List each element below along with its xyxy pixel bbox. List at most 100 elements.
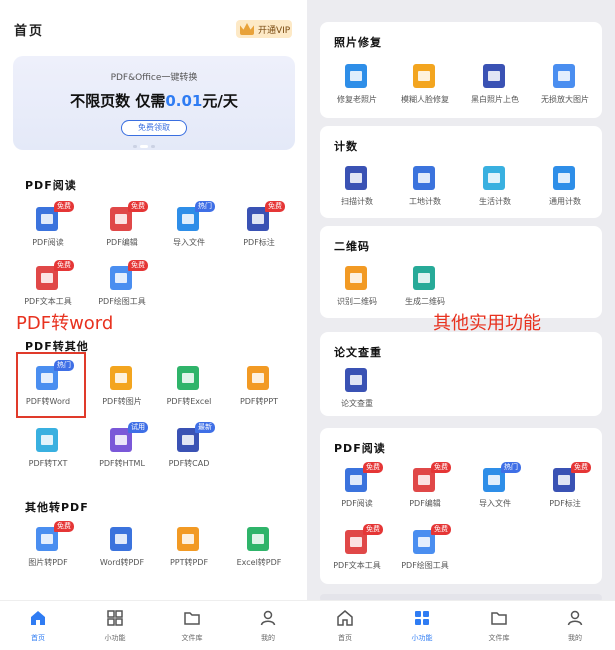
tile-pdf-draw-tool[interactable]: 免费 PDF绘图工具 bbox=[85, 260, 159, 314]
tile-pdf-to-ppt[interactable]: PDF转PPT bbox=[222, 366, 296, 414]
badge: 免费 bbox=[571, 462, 591, 473]
tile-excel-to-pdf[interactable]: Excel转PDF bbox=[222, 527, 296, 575]
tile-pdf-to-word[interactable]: 热门 PDF转Word bbox=[11, 360, 85, 414]
tile-label: PDF转TXT bbox=[28, 459, 68, 468]
tab-tools[interactable]: 小功能 bbox=[392, 607, 452, 647]
home-screen: 首页 开通VIP PDF&Office一键转换 不限页数 仅需0.01元/天 免… bbox=[0, 0, 308, 650]
headline-text: 不限页数 仅需 bbox=[70, 92, 166, 110]
tile-pdf-read[interactable]: 免费 PDF阅读 bbox=[320, 462, 394, 516]
tile-paper-check[interactable]: 论文查重 bbox=[320, 368, 394, 416]
tile-pdf-to-txt[interactable]: PDF转TXT bbox=[11, 428, 85, 476]
tile-scan-count[interactable]: 扫描计数 bbox=[320, 166, 394, 214]
grid-icon bbox=[107, 610, 123, 626]
card-title: PDF阅读 bbox=[334, 442, 386, 455]
tile-label: 无损放大图片 bbox=[541, 95, 589, 104]
tile-pdf-edit[interactable]: 免费 PDF编辑 bbox=[388, 462, 462, 516]
tile-label: PDF标注 bbox=[549, 499, 581, 508]
tab-files[interactable]: 文件库 bbox=[162, 607, 222, 647]
badge: 免费 bbox=[54, 521, 74, 532]
tile-import-file[interactable]: 热门 导入文件 bbox=[458, 462, 532, 516]
tab-label: 我的 bbox=[261, 634, 275, 642]
tile-repair-old-photo[interactable]: 修复老照片 bbox=[320, 64, 394, 112]
vip-button[interactable]: 开通VIP bbox=[236, 20, 292, 38]
tile-label: 识别二维码 bbox=[337, 297, 377, 306]
tile-image-to-pdf[interactable]: 免费 图片转PDF bbox=[11, 521, 85, 575]
tab-label: 我的 bbox=[568, 634, 582, 642]
tile-lossless-upscale[interactable]: 无损放大图片 bbox=[528, 64, 602, 112]
free-claim-button[interactable]: 免费领取 bbox=[121, 120, 187, 136]
tile-label: PDF绘图工具 bbox=[98, 297, 146, 306]
tile-label: 生活计数 bbox=[479, 197, 511, 206]
banner-pager bbox=[133, 145, 155, 148]
tile-pdf-to-html[interactable]: 试用 PDF转HTML bbox=[85, 422, 159, 476]
tile-blur-face-repair[interactable]: 模糊人脸修复 bbox=[388, 64, 462, 112]
word-icon bbox=[110, 527, 132, 551]
badge: 免费 bbox=[363, 524, 383, 535]
tab-profile[interactable]: 我的 bbox=[545, 607, 605, 647]
tile-label: 论文查重 bbox=[341, 399, 373, 408]
tab-files[interactable]: 文件库 bbox=[469, 607, 529, 647]
tile-pdf-annotate[interactable]: 免费 PDF标注 bbox=[222, 201, 296, 255]
card-title: 论文查重 bbox=[334, 346, 382, 359]
tile-ppt-to-pdf[interactable]: PPT转PDF bbox=[152, 527, 226, 575]
tile-scan-qrcode[interactable]: 识别二维码 bbox=[320, 266, 394, 314]
tile-pdf-draw-tool[interactable]: 免费 PDF绘图工具 bbox=[388, 524, 462, 578]
tab-label: 首页 bbox=[338, 634, 352, 642]
tile-label: 工地计数 bbox=[409, 197, 441, 206]
tile-generate-qrcode[interactable]: 生成二维码 bbox=[388, 266, 462, 314]
tile-pdf-text-tool[interactable]: 免费 PDF文本工具 bbox=[11, 260, 85, 314]
tile-life-count[interactable]: 生活计数 bbox=[458, 166, 532, 214]
bar-chart-icon bbox=[553, 166, 575, 190]
tab-tools[interactable]: 小功能 bbox=[85, 607, 145, 647]
badge: 热门 bbox=[54, 360, 74, 371]
tile-pdf-to-cad[interactable]: 最新 PDF转CAD bbox=[152, 422, 226, 476]
tile-label: PDF转PPT bbox=[239, 397, 279, 406]
tab-home[interactable]: 首页 bbox=[8, 607, 68, 647]
tile-pdf-to-excel[interactable]: PDF转Excel bbox=[152, 366, 226, 414]
promo-banner[interactable]: PDF&Office一键转换 不限页数 仅需0.01元/天 免费领取 bbox=[13, 56, 295, 150]
tab-home[interactable]: 首页 bbox=[315, 607, 375, 647]
tile-pdf-text-tool[interactable]: 免费 PDF文本工具 bbox=[320, 524, 394, 578]
tab-label: 首页 bbox=[31, 634, 45, 642]
badge: 热门 bbox=[501, 462, 521, 473]
qrcode-icon bbox=[413, 266, 435, 290]
tile-word-to-pdf[interactable]: Word转PDF bbox=[85, 527, 159, 575]
tile-label: 修复老照片 bbox=[337, 95, 377, 104]
tile-label: PDF转Excel bbox=[166, 397, 212, 406]
home-icon bbox=[31, 611, 45, 625]
tile-label: PDF转Word bbox=[25, 397, 71, 406]
excel-icon bbox=[177, 366, 199, 390]
tile-import-file[interactable]: 热门 导入文件 bbox=[152, 201, 226, 255]
headline-unit: 元/天 bbox=[202, 92, 238, 110]
tab-label: 文件库 bbox=[181, 634, 203, 642]
tile-label: PDF转图片 bbox=[102, 397, 142, 406]
tools-screen: 照片修复 修复老照片 模糊人脸修复 黑白照片上色 无损放大图片 计数 扫描计数 … bbox=[307, 0, 615, 650]
tile-label: PDF转CAD bbox=[168, 459, 210, 468]
tile-label: PDF文本工具 bbox=[333, 561, 381, 570]
tile-pdf-annotate[interactable]: 免费 PDF标注 bbox=[528, 462, 602, 516]
tile-label: Excel转PDF bbox=[236, 558, 282, 567]
card-title: 二维码 bbox=[334, 240, 370, 253]
tile-label: PDF转HTML bbox=[99, 459, 145, 468]
card-photo-repair: 照片修复 修复老照片 模糊人脸修复 黑白照片上色 无损放大图片 bbox=[320, 22, 602, 118]
tile-site-count[interactable]: 工地计数 bbox=[388, 166, 462, 214]
folder-icon bbox=[491, 612, 507, 625]
tile-pdf-edit[interactable]: 免费 PDF编辑 bbox=[85, 201, 159, 255]
cup-icon bbox=[483, 166, 505, 190]
tile-pdf-read[interactable]: 免费 PDF阅读 bbox=[11, 201, 85, 255]
card-title: 计数 bbox=[334, 140, 358, 153]
tab-profile[interactable]: 我的 bbox=[238, 607, 298, 647]
badge: 免费 bbox=[54, 201, 74, 212]
badge: 免费 bbox=[128, 201, 148, 212]
tile-bw-colorize[interactable]: 黑白照片上色 bbox=[458, 64, 532, 112]
tile-label: Word转PDF bbox=[99, 558, 145, 567]
tile-label: 导入文件 bbox=[173, 238, 205, 247]
tile-general-count[interactable]: 通用计数 bbox=[528, 166, 602, 214]
tile-pdf-to-image[interactable]: PDF转图片 bbox=[85, 366, 159, 414]
tile-label: 模糊人脸修复 bbox=[401, 95, 449, 104]
bottom-tab-bar: 首页 小功能 文件库 我的 bbox=[0, 600, 308, 650]
banner-subtitle: PDF&Office一键转换 bbox=[110, 73, 198, 83]
section-title-pdf-read: PDF阅读 bbox=[25, 179, 77, 192]
ppt-icon bbox=[247, 366, 269, 390]
tab-label: 文件库 bbox=[488, 634, 510, 642]
